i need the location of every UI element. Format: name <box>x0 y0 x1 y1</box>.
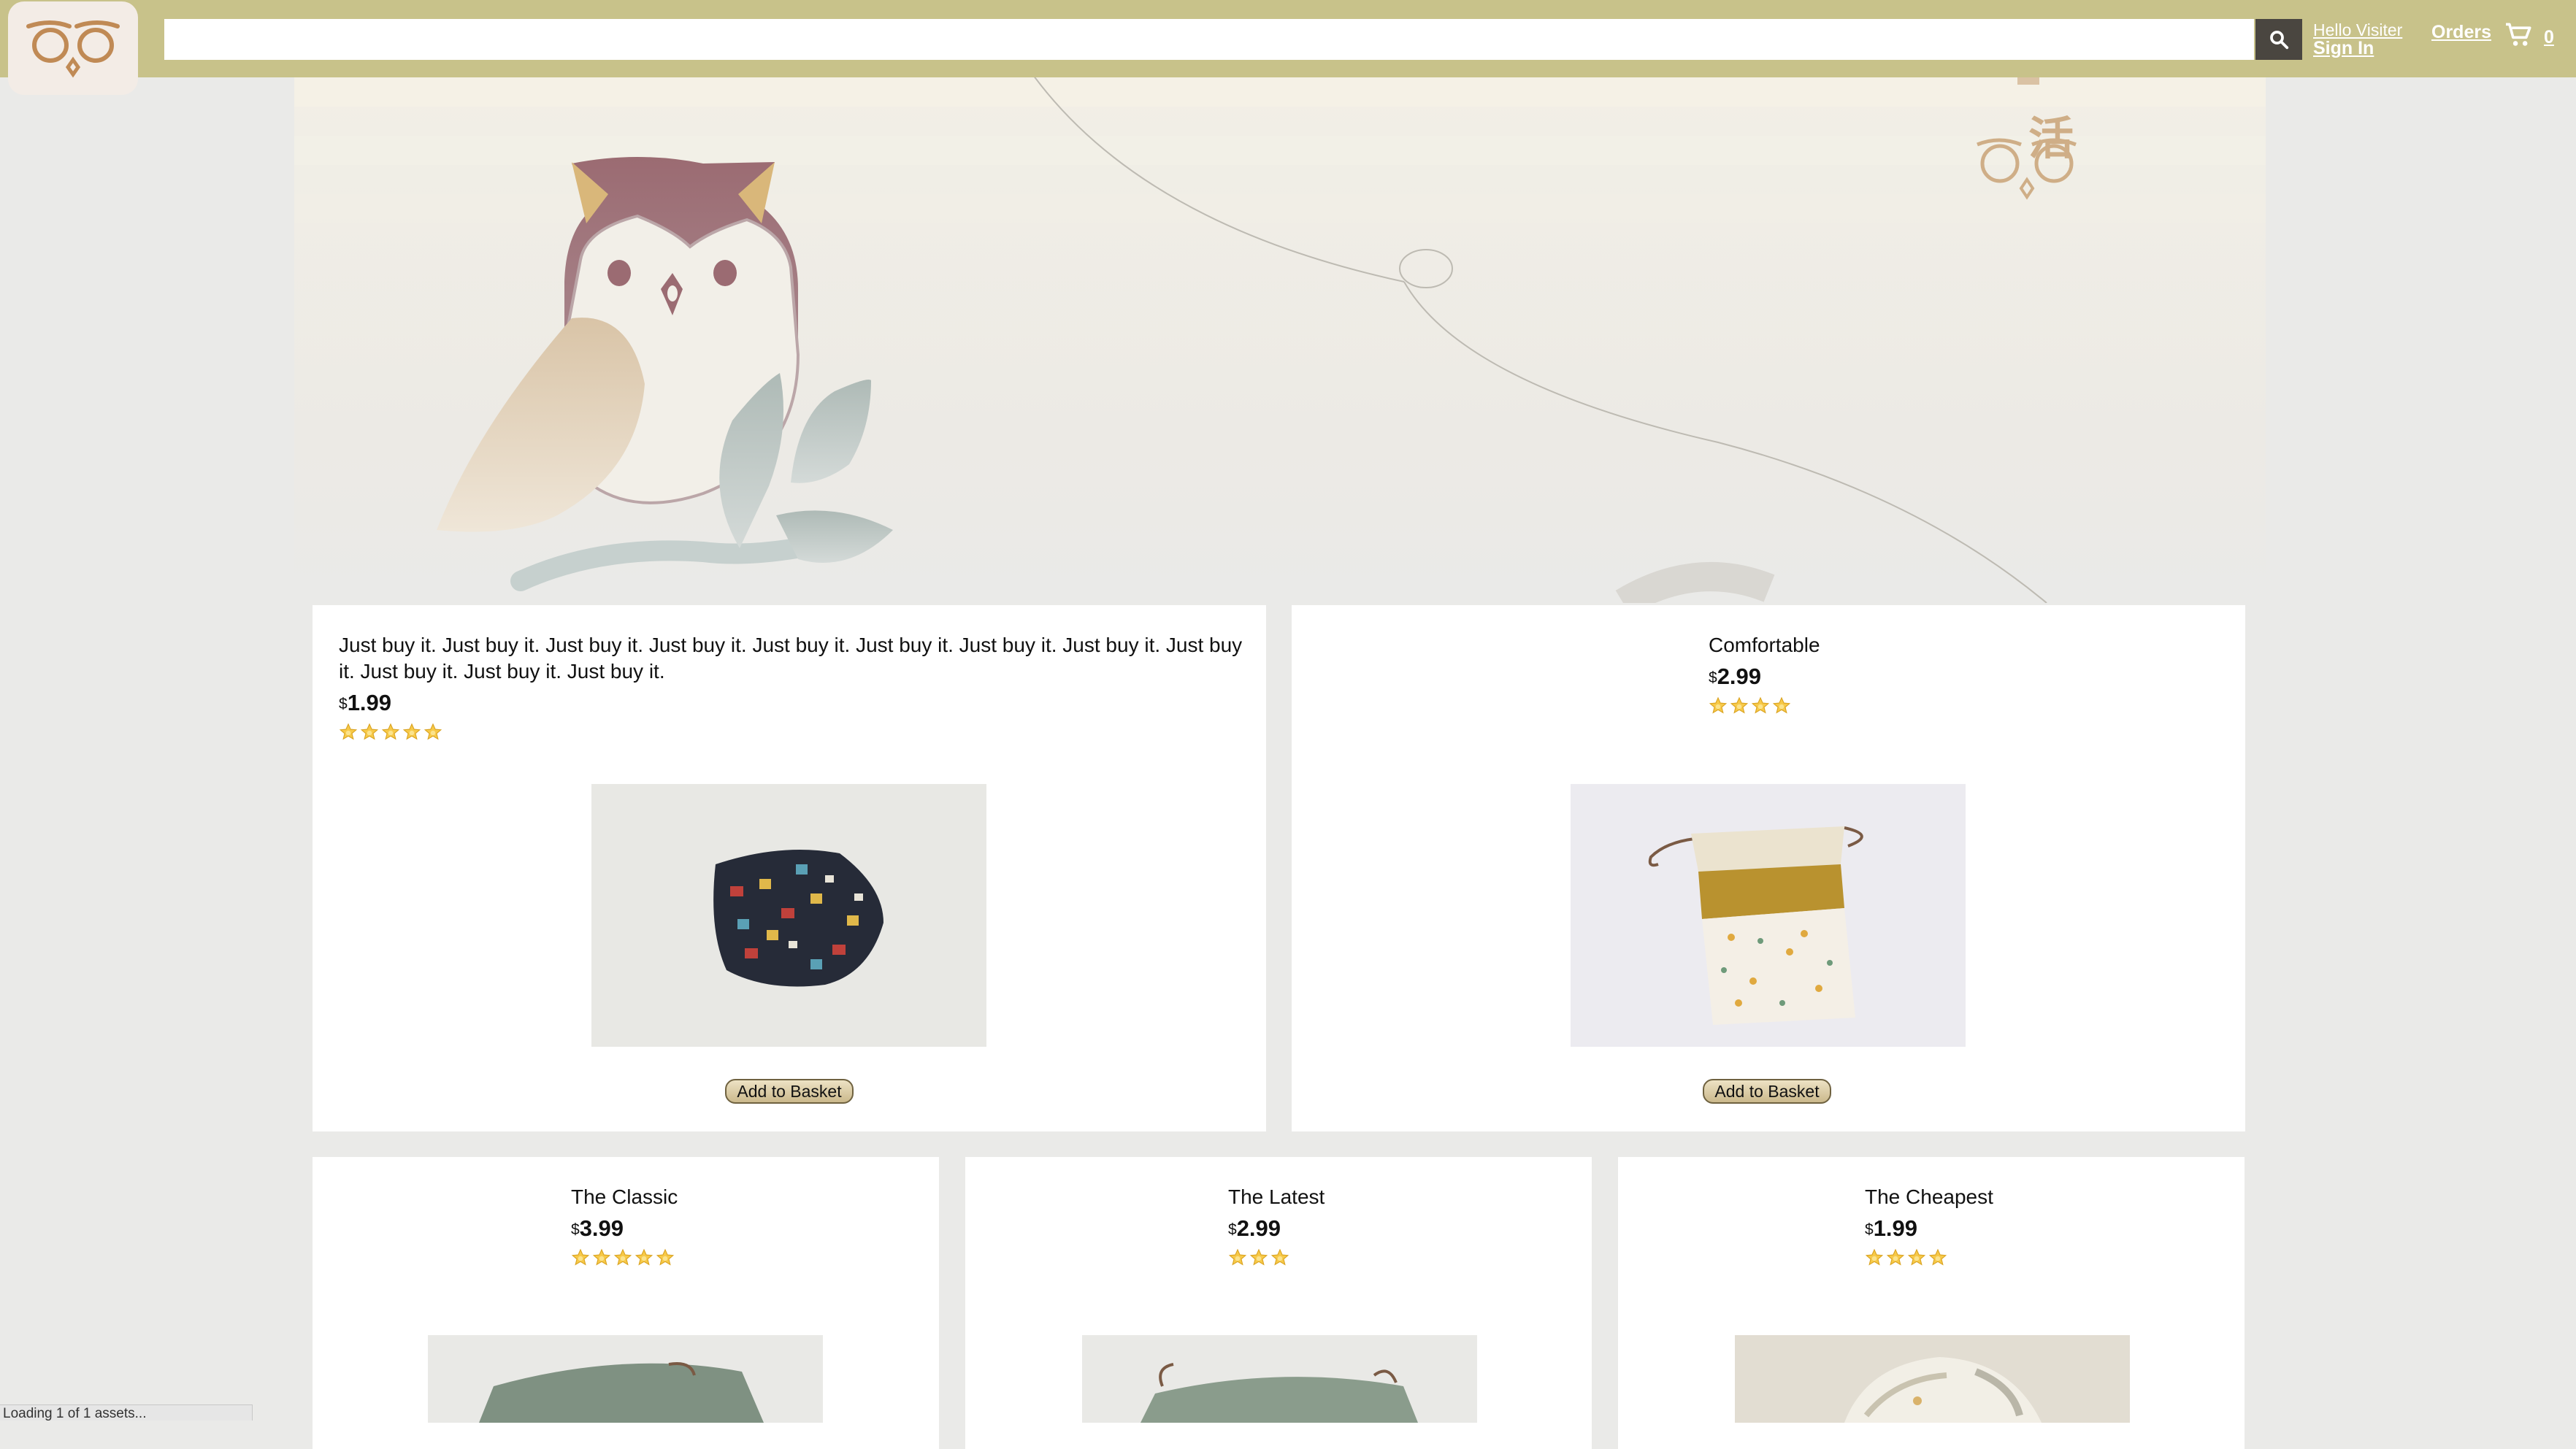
star-icon <box>402 723 421 740</box>
product-price: $1.99 <box>1865 1216 1993 1241</box>
star-icon <box>1928 1248 1947 1266</box>
star-icon <box>1709 696 1728 714</box>
sign-in-link[interactable]: Sign In <box>2313 39 2402 58</box>
star-icon <box>1772 696 1791 714</box>
orders-link[interactable]: Orders <box>2431 22 2491 43</box>
star-rating <box>1228 1248 1325 1269</box>
product-image[interactable] <box>428 1335 823 1423</box>
product-title[interactable]: Just buy it. Just buy it. Just buy it. J… <box>339 632 1244 685</box>
site-logo[interactable] <box>8 1 138 95</box>
product-card: The Classic $3.99 <box>313 1157 939 1449</box>
star-icon <box>1865 1248 1884 1266</box>
currency-symbol: $ <box>1709 669 1717 686</box>
svg-text:活: 活 <box>2028 112 2074 165</box>
product-card: The Latest $2.99 <box>965 1157 1592 1449</box>
currency-symbol: $ <box>1228 1221 1237 1238</box>
account-greeting: Hello Visiter <box>2313 20 2403 39</box>
green-drawstring-bag-icon <box>1082 1335 1477 1423</box>
product-card: Just buy it. Just buy it. Just buy it. J… <box>313 605 1266 1131</box>
star-icon <box>381 723 400 740</box>
star-rating <box>339 723 1244 743</box>
product-price: $1.99 <box>339 691 1244 715</box>
price-value: 1.99 <box>347 690 392 715</box>
drawstring-pouch-floral-icon <box>1571 784 1966 1047</box>
product-card: Comfortable $2.99 Add to Basket <box>1292 605 2245 1131</box>
star-icon <box>1907 1248 1926 1266</box>
fabric-bundle-icon <box>1735 1335 2130 1423</box>
currency-symbol: $ <box>339 696 348 712</box>
product-title[interactable]: Comfortable <box>1709 632 1820 658</box>
basket-link[interactable]: 0 <box>2504 22 2554 48</box>
star-icon <box>635 1248 653 1266</box>
product-price: $2.99 <box>1709 664 1761 689</box>
currency-symbol: $ <box>1865 1221 1874 1238</box>
star-icon <box>1270 1248 1289 1266</box>
add-to-basket-button[interactable]: Add to Basket <box>1703 1079 1831 1104</box>
product-price: $3.99 <box>571 1216 678 1241</box>
star-icon <box>339 723 358 740</box>
product-price: $2.99 <box>1228 1216 1325 1241</box>
browser-status-bar: Loading 1 of 1 assets... <box>0 1404 253 1421</box>
product-image[interactable] <box>1571 784 1966 1047</box>
add-to-basket-button[interactable]: Add to Basket <box>725 1079 854 1104</box>
star-icon <box>1886 1248 1905 1266</box>
top-nav: Hello Visiter Sign In Orders 0 <box>0 0 2576 77</box>
product-title[interactable]: The Latest <box>1228 1184 1325 1210</box>
product-image[interactable] <box>1735 1335 2130 1423</box>
search-input[interactable] <box>164 19 2254 60</box>
search-button[interactable] <box>2255 19 2302 60</box>
product-card: The Cheapest $1.99 <box>1618 1157 2245 1449</box>
star-icon <box>613 1248 632 1266</box>
price-value: 2.99 <box>1717 664 1762 689</box>
product-image[interactable] <box>1082 1335 1477 1423</box>
product-title[interactable]: The Classic <box>571 1184 678 1210</box>
star-icon <box>592 1248 611 1266</box>
hero-banner: 活 <box>294 77 2266 603</box>
product-image[interactable] <box>591 784 986 1047</box>
owl-eyes-logo-icon <box>26 20 120 78</box>
dark-mask-houses-print-icon <box>591 784 986 1047</box>
product-title[interactable]: The Cheapest <box>1865 1184 1993 1210</box>
owl-illustration-icon: 活 <box>294 77 2266 603</box>
price-value: 2.99 <box>1236 1215 1281 1241</box>
star-icon <box>656 1248 675 1266</box>
basket-count: 0 <box>2544 26 2554 47</box>
star-icon <box>571 1248 590 1266</box>
star-icon <box>1751 696 1770 714</box>
account-link[interactable]: Hello Visiter Sign In <box>2313 20 2403 58</box>
star-rating <box>1709 696 1791 717</box>
green-drawstring-bag-icon <box>428 1335 823 1423</box>
price-value: 1.99 <box>1873 1215 1918 1241</box>
star-rating <box>571 1248 678 1269</box>
star-rating <box>1865 1248 1993 1269</box>
star-icon <box>1249 1248 1268 1266</box>
currency-symbol: $ <box>571 1221 580 1238</box>
star-icon <box>423 723 442 740</box>
star-icon <box>360 723 379 740</box>
star-icon <box>1730 696 1749 714</box>
price-value: 3.99 <box>579 1215 624 1241</box>
shopping-cart-icon <box>2506 23 2531 46</box>
star-icon <box>1228 1248 1247 1266</box>
search-icon <box>2270 31 2289 50</box>
